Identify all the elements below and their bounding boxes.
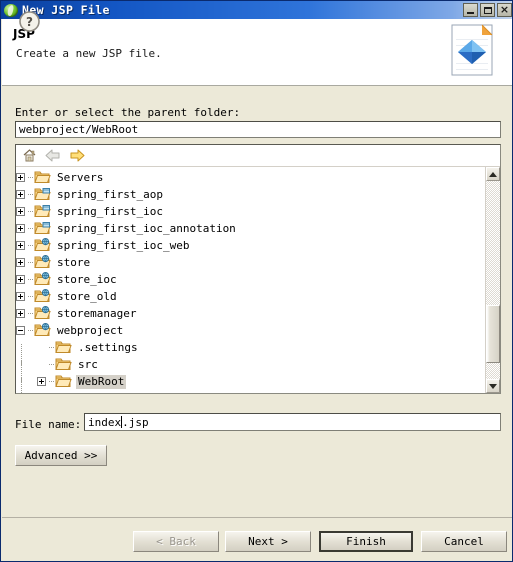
folder-icon bbox=[55, 357, 73, 372]
minimize-button[interactable] bbox=[463, 3, 478, 17]
web-project-icon bbox=[34, 272, 52, 287]
close-button[interactable]: × bbox=[497, 3, 512, 17]
help-icon[interactable]: ? bbox=[18, 10, 41, 33]
parent-folder-input[interactable]: webproject/WebRoot bbox=[15, 121, 501, 138]
web-project-icon bbox=[34, 289, 52, 304]
scrollbar-thumb[interactable] bbox=[486, 305, 500, 363]
expand-node-toggle[interactable] bbox=[16, 275, 25, 284]
tree-node-label: spring_first_ioc bbox=[57, 204, 163, 218]
tree-node-label: storemanager bbox=[57, 306, 137, 320]
tree-node[interactable]: webproject bbox=[16, 322, 487, 339]
file-name-text-before-caret: index bbox=[88, 415, 122, 429]
tree-node[interactable]: Servers bbox=[16, 169, 487, 186]
next-button[interactable]: Next > bbox=[225, 531, 311, 552]
tree-node-label: webproject bbox=[57, 323, 124, 337]
tree-node[interactable]: store bbox=[16, 254, 487, 271]
expand-node-toggle[interactable] bbox=[16, 224, 25, 233]
web-project-icon bbox=[34, 238, 52, 253]
wizard-header: JSP Create a new JSP file. bbox=[2, 19, 512, 86]
tree-node[interactable]: spring_first_aop bbox=[16, 186, 487, 203]
tree-toolbar bbox=[16, 145, 500, 167]
web-project-icon bbox=[34, 255, 52, 270]
tree-node[interactable]: store_old bbox=[16, 288, 487, 305]
expand-node-toggle[interactable] bbox=[16, 190, 25, 199]
new-jsp-file-dialog: New JSP File × JSP Create a new JSP file… bbox=[0, 0, 513, 562]
expand-node-toggle[interactable] bbox=[16, 258, 25, 267]
tree-node-label: store_ioc bbox=[57, 272, 117, 286]
file-name-label: File name: bbox=[15, 418, 82, 431]
tree-connector bbox=[28, 176, 33, 179]
cancel-button[interactable]: Cancel bbox=[421, 531, 507, 552]
project-icon bbox=[34, 221, 52, 236]
tree-node[interactable]: storemanager bbox=[16, 305, 487, 322]
tree-connector bbox=[28, 210, 33, 213]
tree-vertical-scrollbar[interactable] bbox=[485, 167, 500, 393]
tree-node-label: spring_first_aop bbox=[57, 187, 163, 201]
tree-node-label: spring_first_ioc_web bbox=[57, 238, 190, 252]
tree-connector bbox=[28, 329, 33, 332]
expand-node-toggle[interactable] bbox=[16, 207, 25, 216]
scroll-down-icon[interactable] bbox=[486, 379, 500, 393]
tree-connector bbox=[28, 312, 33, 315]
scroll-up-icon[interactable] bbox=[486, 167, 500, 181]
tree-node[interactable]: store_ioc bbox=[16, 271, 487, 288]
expand-node-toggle[interactable] bbox=[16, 292, 25, 301]
file-name-text-after-caret: .jsp bbox=[122, 415, 149, 429]
tree-node[interactable]: src bbox=[16, 356, 487, 382]
tree-connector bbox=[28, 227, 33, 230]
tree-connector bbox=[28, 278, 33, 281]
tree-connector bbox=[28, 193, 33, 196]
project-icon bbox=[34, 187, 52, 202]
expand-node-toggle[interactable] bbox=[16, 241, 25, 250]
finish-button[interactable]: Finish bbox=[319, 531, 413, 552]
tree-scroll-area[interactable]: Servers spring_first_aop spring_first_iocs… bbox=[16, 167, 487, 393]
forward-arrow-icon[interactable] bbox=[66, 146, 88, 166]
tree-node-label: store_old bbox=[57, 289, 117, 303]
file-name-input[interactable]: index .jsp bbox=[84, 413, 501, 431]
tree-connector bbox=[28, 261, 33, 264]
tree-connector bbox=[49, 363, 54, 366]
web-project-icon bbox=[34, 306, 52, 321]
tree-node-label: .settings bbox=[78, 340, 138, 354]
tree-node[interactable]: spring_first_ioc bbox=[16, 203, 487, 220]
tree-connector bbox=[49, 380, 54, 383]
tree-connector bbox=[28, 295, 33, 298]
folder-tree-panel: Servers spring_first_aop spring_first_iocs… bbox=[15, 144, 501, 394]
parent-folder-label: Enter or select the parent folder: bbox=[15, 106, 241, 119]
dialog-body: Enter or select the parent folder: webpr… bbox=[2, 87, 512, 517]
tree-node[interactable]: spring_first_ioc_annotation bbox=[16, 220, 487, 237]
folder-icon bbox=[34, 170, 52, 185]
tree-node-label: store bbox=[57, 255, 91, 269]
back-button[interactable]: < Back bbox=[133, 531, 219, 552]
tree-connector bbox=[28, 244, 33, 247]
advanced-button[interactable]: Advanced >> bbox=[15, 445, 107, 466]
page-description: Create a new JSP file. bbox=[16, 47, 162, 60]
expand-node-toggle[interactable] bbox=[16, 309, 25, 318]
tree-connector bbox=[49, 346, 54, 349]
project-icon bbox=[34, 204, 52, 219]
collapse-node-toggle[interactable] bbox=[16, 326, 25, 335]
jsp-leaf-icon bbox=[4, 3, 18, 17]
folder-icon bbox=[55, 374, 73, 389]
home-icon[interactable] bbox=[18, 146, 40, 166]
window-controls: × bbox=[463, 3, 512, 17]
back-arrow-icon bbox=[42, 146, 64, 166]
expand-node-toggle[interactable] bbox=[37, 377, 46, 386]
jsp-file-banner-icon bbox=[451, 24, 493, 76]
tree-node-label: spring_first_ioc_annotation bbox=[57, 221, 236, 235]
tree-node-label: WebRoot bbox=[76, 374, 127, 389]
folder-icon bbox=[55, 340, 73, 355]
web-project-icon bbox=[34, 323, 52, 338]
maximize-button[interactable] bbox=[480, 3, 495, 17]
tree-list: Servers spring_first_aop spring_first_iocs… bbox=[16, 167, 487, 393]
tree-node[interactable]: spring_first_ioc_web bbox=[16, 237, 487, 254]
tree-node[interactable]: .settings bbox=[16, 339, 487, 365]
tree-node-label: src bbox=[78, 357, 98, 371]
tree-node-label: Servers bbox=[57, 170, 104, 184]
tree-node[interactable]: WebRoot bbox=[16, 373, 487, 393]
svg-text:?: ? bbox=[26, 15, 33, 29]
title-bar[interactable]: New JSP File × bbox=[1, 1, 512, 19]
expand-node-toggle[interactable] bbox=[16, 173, 25, 182]
